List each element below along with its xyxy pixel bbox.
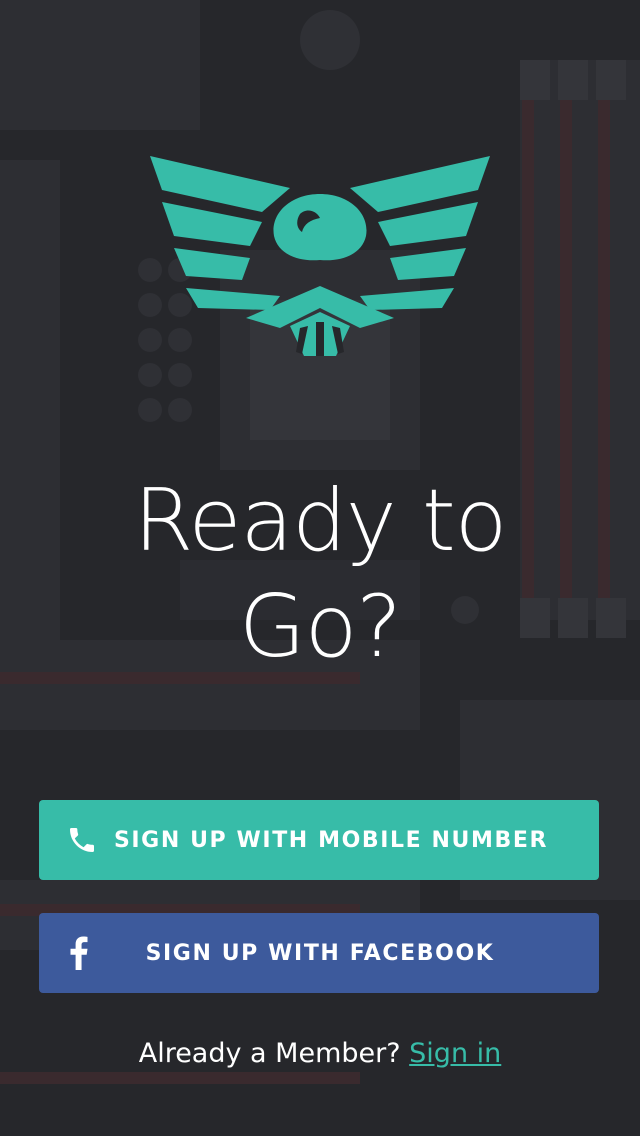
title-line-2: Go? xyxy=(239,577,402,677)
page-title: Ready to Go? xyxy=(0,468,640,680)
sign-up-mobile-button[interactable]: SIGN UP WITH MOBILE NUMBER xyxy=(39,800,599,880)
already-member-text: Already a Member? xyxy=(138,1038,401,1069)
title-line-1: Ready to xyxy=(133,471,508,571)
sign-up-facebook-label: SIGN UP WITH FACEBOOK xyxy=(145,940,495,966)
sign-in-link[interactable]: Sign in xyxy=(409,1038,501,1069)
facebook-icon xyxy=(69,936,89,970)
sign-up-facebook-button[interactable]: SIGN UP WITH FACEBOOK xyxy=(39,913,599,993)
phone-icon xyxy=(65,823,99,857)
eagle-logo-icon xyxy=(150,156,490,356)
already-member-footer: Already a Member? Sign in xyxy=(0,1038,640,1069)
sign-up-mobile-label: SIGN UP WITH MOBILE NUMBER xyxy=(113,827,549,853)
